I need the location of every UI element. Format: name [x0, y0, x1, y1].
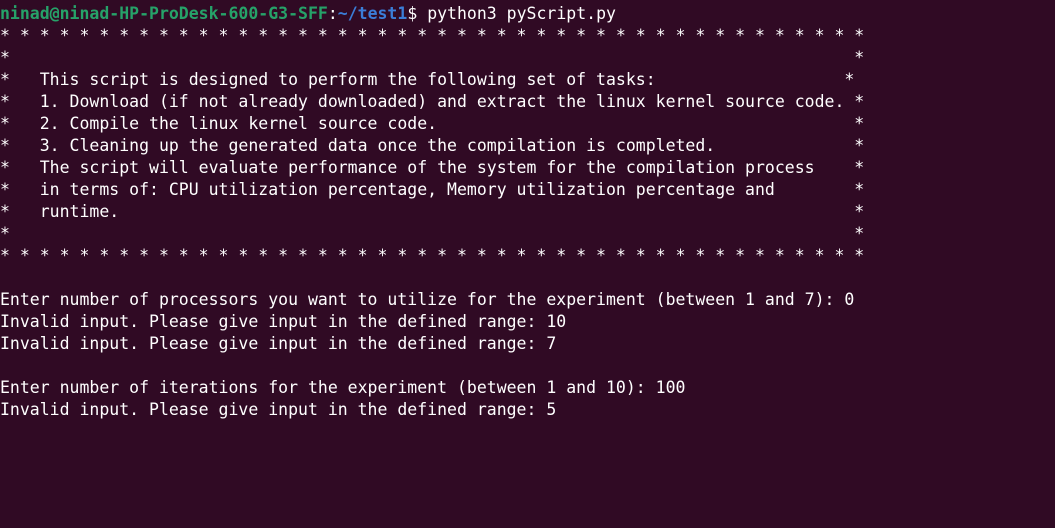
prompt-command: python3 pyScript.py: [427, 4, 616, 23]
banner-line: * in terms of: CPU utilization percentag…: [0, 180, 865, 199]
output-line: Invalid input. Please give input in the …: [0, 400, 557, 419]
script-output: Enter number of processors you want to u…: [0, 267, 1055, 421]
banner-block: * * * * * * * * * * * * * * * * * * * * …: [0, 25, 1055, 267]
output-line: Invalid input. Please give input in the …: [0, 334, 557, 353]
banner-line: * * * * * * * * * * * * * * * * * * * * …: [0, 26, 865, 45]
prompt-colon: :: [327, 4, 338, 23]
banner-line: * The script will evaluate performance o…: [0, 158, 865, 177]
prompt-dollar: $: [407, 4, 428, 23]
prompt-path: ~/test1: [337, 4, 408, 23]
prompt-user-host: ninad@ninad-HP-ProDesk-600-G3-SFF: [0, 4, 328, 23]
banner-line: * runtime. *: [0, 202, 865, 221]
command-prompt-line: ninad@ninad-HP-ProDesk-600-G3-SFF:~/test…: [0, 3, 1055, 25]
terminal-window[interactable]: ninad@ninad-HP-ProDesk-600-G3-SFF:~/test…: [0, 0, 1055, 528]
banner-line: * 3. Cleaning up the generated data once…: [0, 136, 865, 155]
output-line: Enter number of iterations for the exper…: [0, 378, 686, 397]
output-line: Enter number of processors you want to u…: [0, 290, 855, 309]
banner-line: * * * * * * * * * * * * * * * * * * * * …: [0, 246, 865, 265]
banner-line: * 2. Compile the linux kernel source cod…: [0, 114, 865, 133]
banner-line: * 1. Download (if not already downloaded…: [0, 92, 865, 111]
banner-line: * *: [0, 224, 865, 243]
banner-line: * This script is designed to perform the…: [0, 70, 855, 89]
banner-line: * *: [0, 48, 865, 67]
output-line: Invalid input. Please give input in the …: [0, 312, 567, 331]
